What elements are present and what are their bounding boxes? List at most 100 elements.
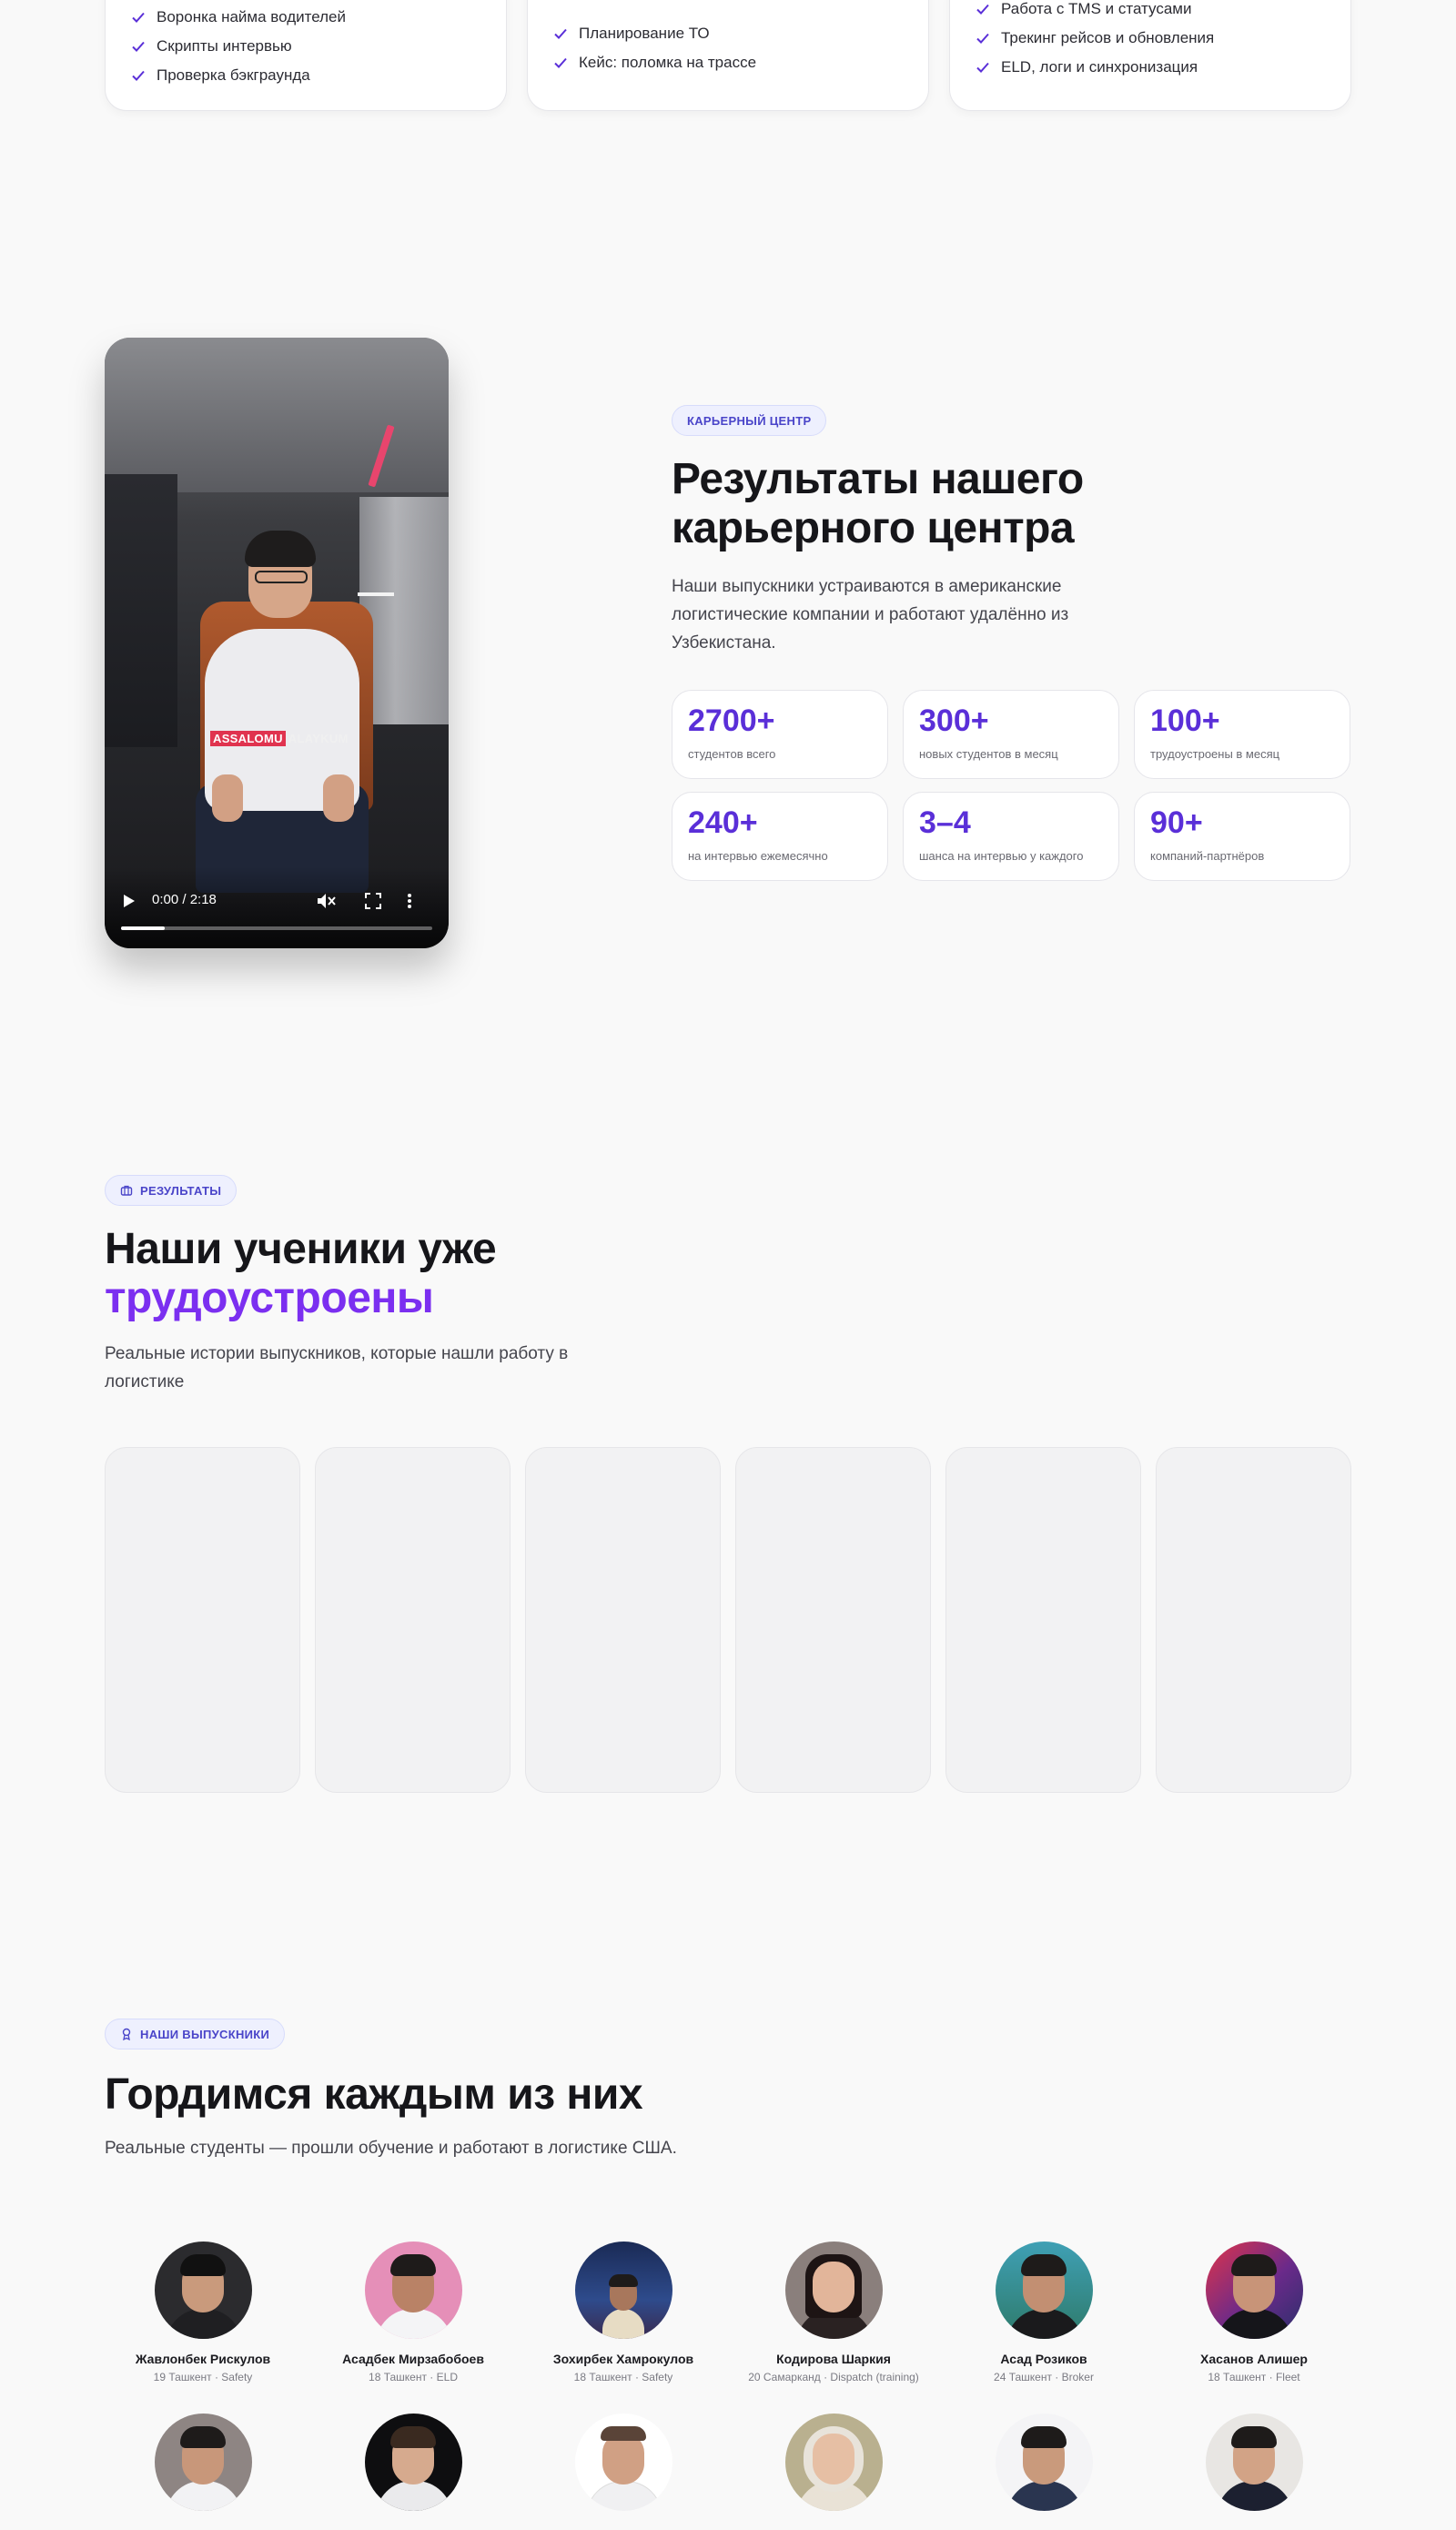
check-icon xyxy=(554,57,567,68)
avatar-hair xyxy=(389,2426,436,2448)
results-title-line2: трудоустроены xyxy=(105,1274,434,1322)
story-card-placeholder[interactable] xyxy=(945,1447,1141,1793)
feature-card-hiring: Воронка найма водителей Скрипты интервью… xyxy=(105,0,507,111)
avatar xyxy=(1205,2414,1303,2511)
results-lead: Реальные истории выпускников, которые на… xyxy=(105,1344,569,1392)
avatar-torso xyxy=(585,2481,662,2511)
feature-item: Скрипты интервью xyxy=(131,32,346,61)
graduate-name: Хасанов Алишер xyxy=(1200,2352,1308,2366)
video-player[interactable]: ASSALOMU ALAYKUM 0:00 / 2:18 xyxy=(105,338,449,948)
stat-caption: компаний-партнёров xyxy=(1150,849,1265,863)
avatar-torso xyxy=(375,2481,452,2511)
feature-list: Планирование ТО Кейс: поломка на трассе xyxy=(553,19,756,77)
graduate-name: Зохирбек Хамрокулов xyxy=(552,2352,694,2366)
stat-caption: трудоустроены в месяц xyxy=(1150,747,1280,761)
graduate-card[interactable] xyxy=(939,2414,1148,2511)
stat-value: 240+ xyxy=(688,805,758,840)
graduate-name: Жавлонбек Рискулов xyxy=(135,2352,271,2366)
avatar-torso xyxy=(165,2309,242,2339)
graduates-badge: НАШИ ВЫПУСКНИКИ xyxy=(105,2019,286,2049)
story-card-placeholder[interactable] xyxy=(1156,1447,1351,1793)
feature-item: Работа с TMS и статусами xyxy=(976,0,1214,24)
avatar-torso xyxy=(165,2481,242,2511)
award-icon xyxy=(122,2028,131,2040)
avatar xyxy=(154,2414,252,2511)
career-lead: Наши выпускники устраиваются в американс… xyxy=(672,577,1069,653)
graduate-card[interactable]: Асадбек Мирзабобоев 18 Ташкент · ELD xyxy=(308,2242,518,2383)
avatar-torso xyxy=(1006,2309,1083,2339)
check-icon xyxy=(554,28,567,39)
briefcase-icon xyxy=(120,1185,133,1196)
check-icon xyxy=(976,4,989,15)
avatar-hair xyxy=(1230,2426,1277,2448)
video-progress-bar[interactable] xyxy=(121,926,432,930)
avatar xyxy=(574,2242,672,2339)
career-badge: КАРЬЕРНЫЙ ЦЕНТР xyxy=(672,405,827,436)
graduate-card[interactable]: Жавлонбек Рискулов 19 Ташкент · Safety xyxy=(98,2242,308,2383)
avatar-torso xyxy=(1216,2309,1293,2339)
mute-icon[interactable] xyxy=(316,892,336,910)
avatar-hair xyxy=(1230,2254,1277,2276)
more-vert-icon[interactable] xyxy=(407,893,412,909)
avatar-torso xyxy=(1006,2481,1083,2511)
stat-card: 300+ новых студентов в месяц xyxy=(903,690,1119,779)
graduate-card[interactable]: Кодирова Шаркия 20 Самарканд · Dispatch … xyxy=(729,2242,938,2383)
story-card-placeholder[interactable] xyxy=(105,1447,300,1793)
feature-item: Кейс: поломка на трассе xyxy=(553,48,756,77)
feature-item-label: Планирование ТО xyxy=(579,25,710,42)
avatar xyxy=(784,2414,883,2511)
graduate-card[interactable]: Хасанов Алишер 18 Ташкент · Fleet xyxy=(1149,2242,1359,2383)
career-title-line2: карьерного центра xyxy=(672,504,1075,552)
stat-card: 3–4 шанса на интервью у каждого xyxy=(903,792,1119,881)
stat-value: 90+ xyxy=(1150,805,1203,840)
feature-item-label: Трекинг рейсов и обновления xyxy=(1001,29,1215,46)
fullscreen-icon[interactable] xyxy=(365,893,381,909)
stat-value: 300+ xyxy=(919,703,989,738)
feature-item-label: Работа с TMS и статусами xyxy=(1001,0,1192,17)
graduate-card[interactable] xyxy=(1149,2414,1359,2511)
graduate-meta: 18 Ташкент · Safety xyxy=(573,2371,673,2383)
stat-card: 100+ трудоустроены в месяц xyxy=(1134,690,1350,779)
feature-item: Проверка бэкграунда xyxy=(131,61,346,90)
story-card-placeholder[interactable] xyxy=(315,1447,511,1793)
graduate-name: Асадбек Мирзабобоев xyxy=(342,2352,484,2366)
story-card-placeholder[interactable] xyxy=(735,1447,931,1793)
avatar xyxy=(574,2414,672,2511)
graduate-meta: 20 Самарканд · Dispatch (training) xyxy=(748,2371,919,2383)
graduate-meta: 19 Ташкент · Safety xyxy=(153,2371,253,2383)
graduate-meta: 18 Ташкент · Fleet xyxy=(1208,2371,1300,2383)
career-title-line1: Результаты нашего xyxy=(672,455,1084,503)
play-icon[interactable] xyxy=(123,894,136,908)
graduate-card[interactable]: Асад Розиков 24 Ташкент · Broker xyxy=(939,2242,1148,2383)
feature-item-label: Проверка бэкграунда xyxy=(157,66,310,84)
story-card-placeholder[interactable] xyxy=(525,1447,721,1793)
video-frame-ceiling xyxy=(105,338,449,492)
graduates-lead: Реальные студенты — прошли обучение и ра… xyxy=(105,2139,677,2158)
stat-card: 90+ компаний-партнёров xyxy=(1134,792,1350,881)
graduate-card[interactable] xyxy=(729,2414,938,2511)
check-icon xyxy=(132,70,145,81)
avatar xyxy=(1205,2242,1303,2339)
feature-item: Планирование ТО xyxy=(553,19,756,48)
career-badge-label: КАРЬЕРНЫЙ ЦЕНТР xyxy=(687,413,812,428)
feature-item-label: Скрипты интервью xyxy=(157,37,292,55)
graduate-name: Асад Розиков xyxy=(1000,2352,1087,2366)
graduate-card[interactable]: Зохирбек Хамрокулов 18 Ташкент · Safety xyxy=(519,2242,728,2383)
feature-card-maintenance: Планирование ТО Кейс: поломка на трассе xyxy=(527,0,929,111)
avatar-torso xyxy=(375,2309,452,2339)
video-frame-window xyxy=(105,474,177,747)
stat-caption: на интервью ежемесячно xyxy=(688,849,828,863)
graduate-card[interactable] xyxy=(98,2414,308,2511)
feature-card-tms: Работа с TMS и статусами Трекинг рейсов … xyxy=(949,0,1351,111)
avatar xyxy=(784,2242,883,2339)
graduate-card[interactable] xyxy=(519,2414,728,2511)
avatar-hair xyxy=(600,2426,646,2441)
feature-item-label: Кейс: поломка на трассе xyxy=(579,54,757,71)
feature-list: Работа с TMS и статусами Трекинг рейсов … xyxy=(976,0,1214,82)
check-icon xyxy=(976,33,989,44)
graduate-card[interactable] xyxy=(308,2414,518,2511)
career-title: Результаты нашего карьерного центра xyxy=(672,455,1084,553)
avatar xyxy=(995,2242,1093,2339)
graduates-title: Гордимся каждым из них xyxy=(105,2070,643,2119)
check-icon xyxy=(976,62,989,73)
